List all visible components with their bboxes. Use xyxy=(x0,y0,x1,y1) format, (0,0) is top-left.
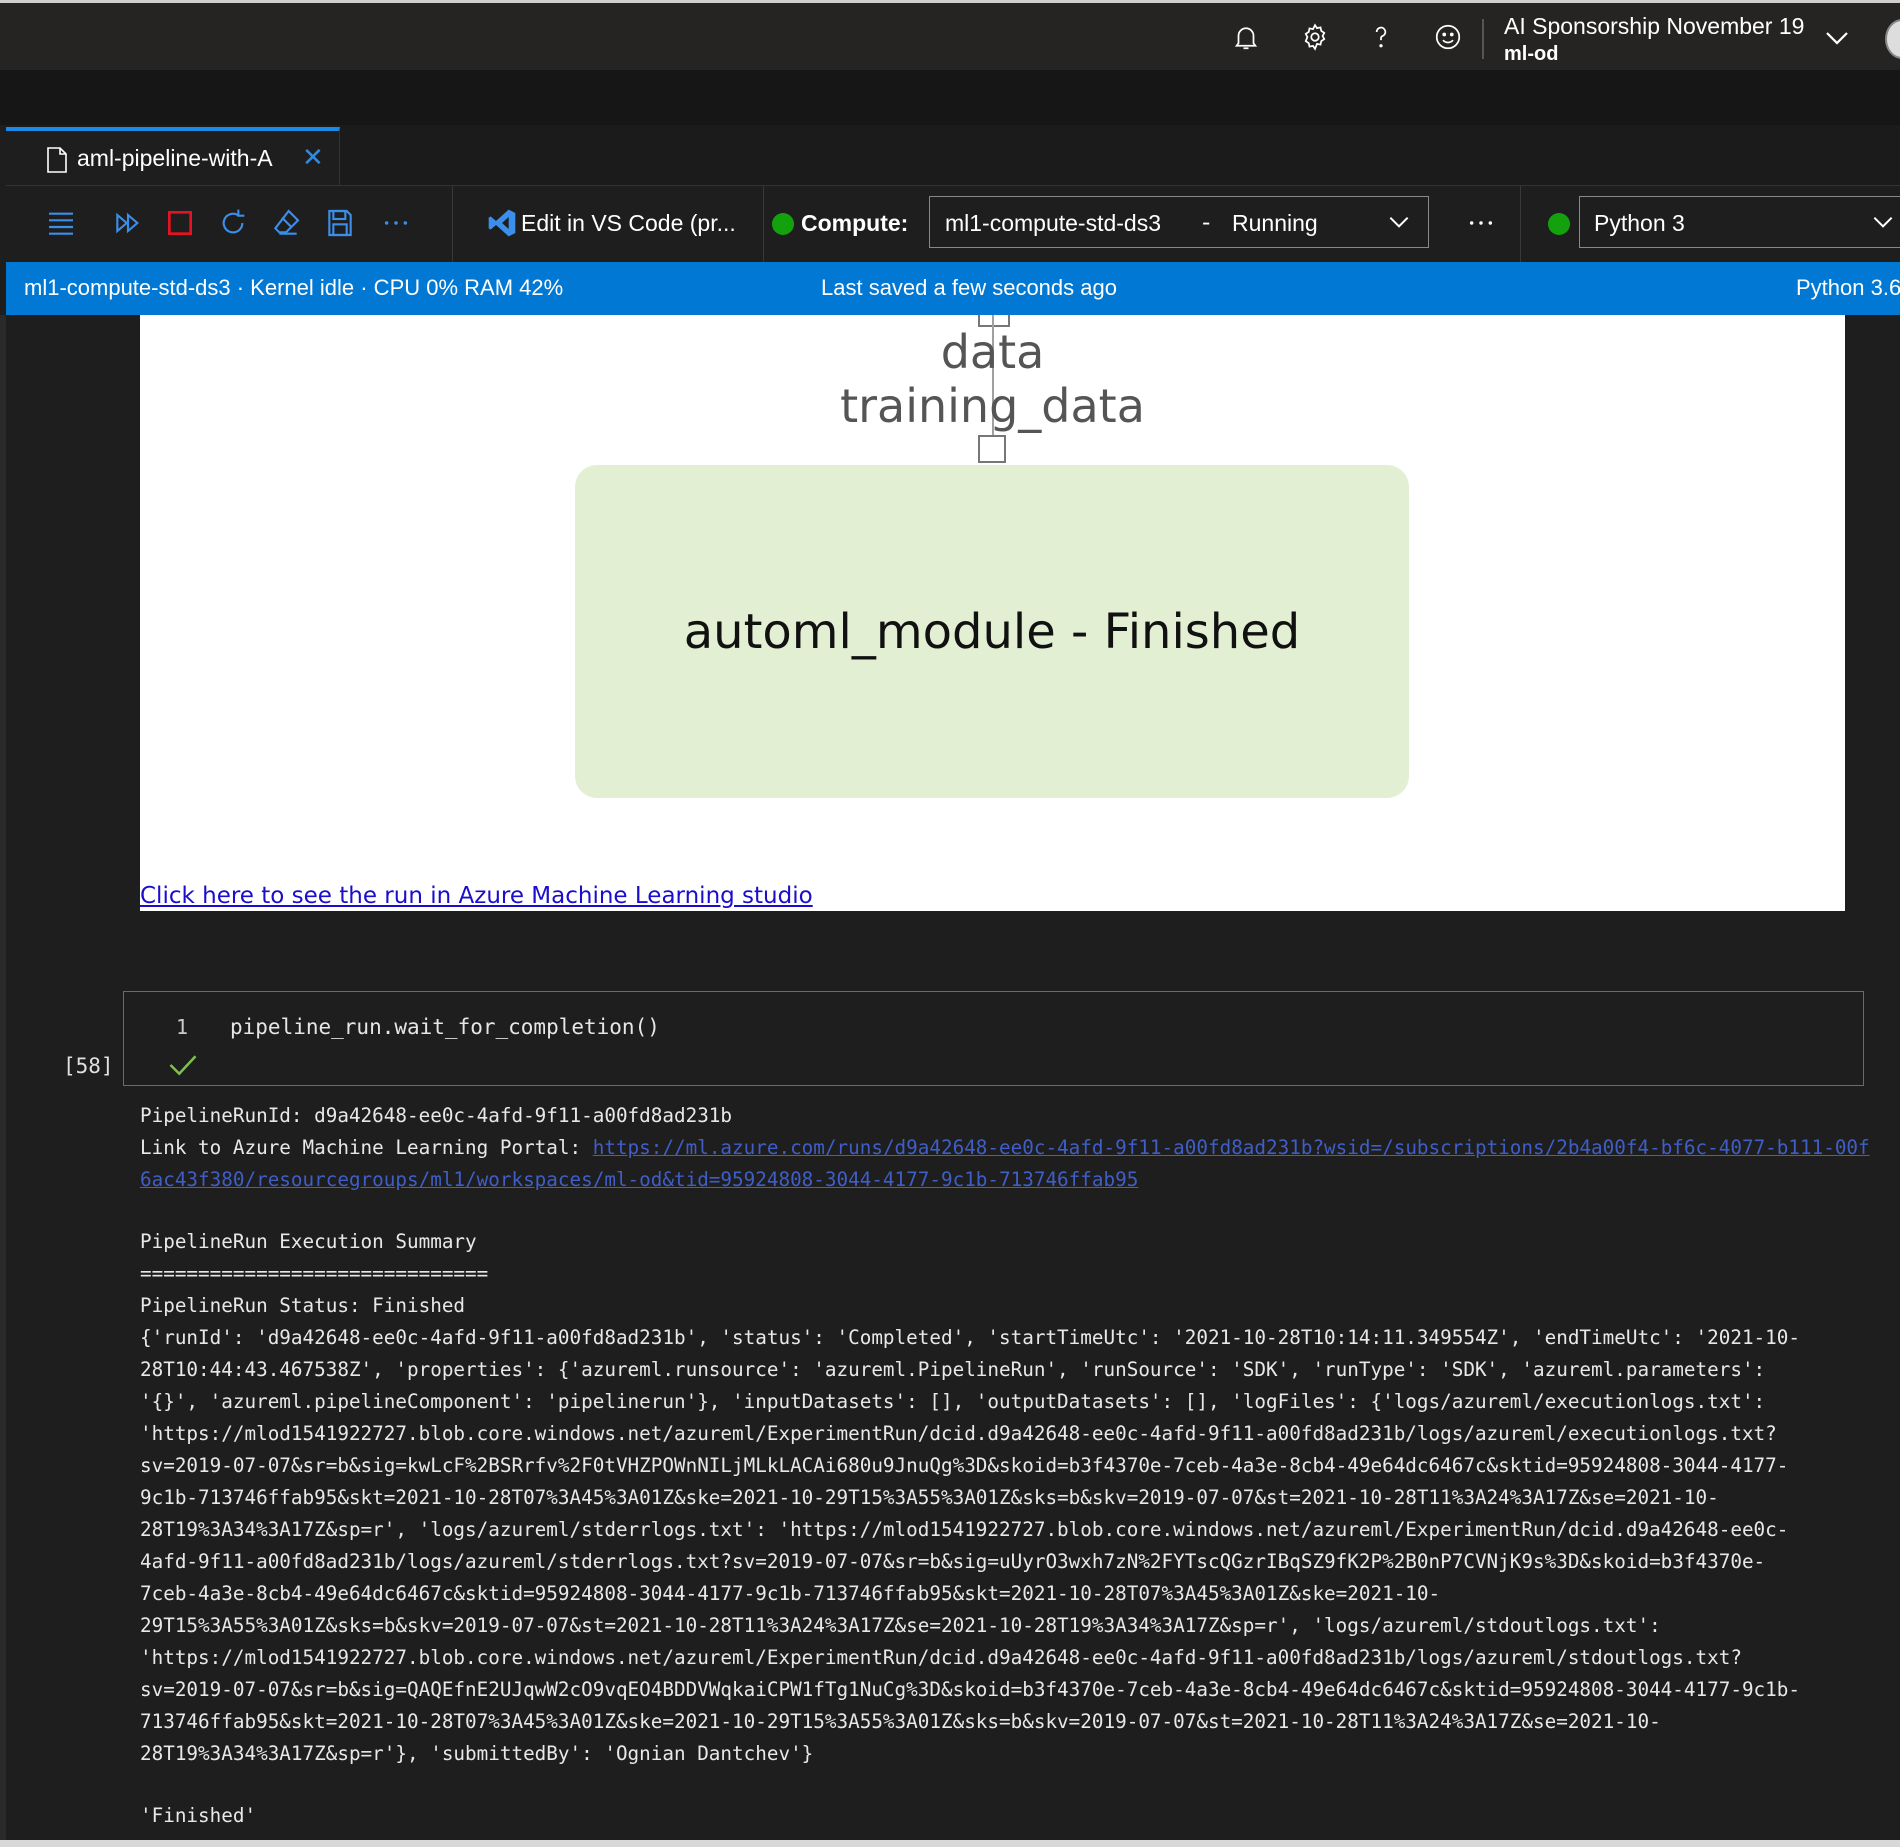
check-icon xyxy=(169,1055,197,1076)
top-bar: AI Sponsorship November 19 ml-od xyxy=(0,0,1900,70)
kernel-status: ml1-compute-std-ds3 · Kernel idle · CPU … xyxy=(24,275,564,300)
run-details-line: 'https://mlod1541922727.blob.core.window… xyxy=(140,1646,1742,1669)
graph-edge-label: data xyxy=(940,325,1045,379)
tab-bar: aml-pipeline-with-A ✕ xyxy=(6,125,1900,185)
run-details-line: 28T10:44:43.467538Z', 'properties': {'az… xyxy=(140,1358,1766,1381)
avatar[interactable] xyxy=(1885,19,1900,59)
chevron-down-icon[interactable] xyxy=(1822,23,1852,53)
vscode-icon[interactable] xyxy=(483,204,521,242)
tab-notebook[interactable]: aml-pipeline-with-A ✕ xyxy=(6,127,340,185)
account-name[interactable]: AI Sponsorship November 19 xyxy=(1504,13,1804,40)
summary-rule: ============================== xyxy=(140,1262,489,1285)
tab-label: aml-pipeline-with-A xyxy=(77,145,273,171)
graph-module-node: automl_module - Finished xyxy=(575,465,1409,798)
close-icon[interactable]: ✕ xyxy=(302,143,324,173)
run-details-line: 713746ffab95&skt=2021-10-28T07%3A45%3A01… xyxy=(140,1710,1661,1733)
kernel-status-bar: ml1-compute-std-ds3 · Kernel idle · CPU … xyxy=(6,262,1900,315)
help-icon[interactable] xyxy=(1363,19,1399,55)
top-divider xyxy=(1482,19,1484,59)
clear-outputs-icon[interactable] xyxy=(267,204,305,242)
run-id-line: PipelineRunId: d9a42648-ee0c-4afd-9f11-a… xyxy=(140,1104,733,1127)
compute-more-icon[interactable] xyxy=(1462,204,1500,242)
kernel-dropdown[interactable]: Python 3 xyxy=(1579,196,1900,248)
file-icon xyxy=(47,147,67,173)
run-details-line: 4afd-9f11-a00fd8ad231b/logs/azureml/stde… xyxy=(140,1550,1766,1573)
studio-run-link[interactable]: Click here to see the run in Azure Machi… xyxy=(140,883,813,909)
notebook-toolbar: Edit in VS Code (pr... Compute: ml1-comp… xyxy=(6,185,1900,263)
compute-status-dot xyxy=(772,213,794,235)
gear-icon[interactable] xyxy=(1297,19,1333,55)
python-version: Python 3.6 xyxy=(1796,275,1900,300)
run-details-line: sv=2019-07-07&sr=b&sig=QAQEfnE2UJqwW2cO9… xyxy=(140,1678,1800,1701)
header-band xyxy=(0,70,1900,125)
code-line[interactable]: pipeline_run.wait_for_completion() xyxy=(230,1015,660,1039)
run-details-line: 9c1b-713746ffab95&skt=2021-10-28T07%3A45… xyxy=(140,1486,1719,1509)
graph-dataset-label: training_data xyxy=(840,379,1145,433)
chevron-down-icon xyxy=(1389,216,1409,228)
kernel-name: Python 3 xyxy=(1594,210,1685,236)
status-line: PipelineRun Status: Finished xyxy=(140,1294,466,1317)
compute-dropdown[interactable]: ml1-compute-std-ds3 - Running xyxy=(929,196,1429,248)
bell-icon[interactable] xyxy=(1228,19,1264,55)
portal-link-line: Link to Azure Machine Learning Portal: h… xyxy=(140,1132,1870,1196)
run-details-line: 28T19%3A34%3A17Z&sp=r', 'logs/azureml/st… xyxy=(140,1518,1789,1541)
run-details-line: 7ceb-4a3e-8cb4-49e64dc6467c&sktid=959248… xyxy=(140,1582,1441,1605)
more-options-icon[interactable] xyxy=(377,204,415,242)
run-details: {'runId': 'd9a42648-ee0c-4afd-9f11-a00fd… xyxy=(140,1322,1870,1770)
portal-link-label: Link to Azure Machine Learning Portal: xyxy=(140,1136,593,1159)
run-all-icon[interactable] xyxy=(109,204,147,242)
stop-icon[interactable] xyxy=(161,204,199,242)
kernel-status-dot xyxy=(1548,213,1570,235)
pipeline-graph-output: data training_data automl_module - Finis… xyxy=(140,315,1845,911)
table-of-contents-icon[interactable] xyxy=(42,204,80,242)
run-details-line: {'runId': 'd9a42648-ee0c-4afd-9f11-a00fd… xyxy=(140,1326,1800,1349)
result-line: 'Finished' xyxy=(140,1804,257,1827)
run-details-line: '{}', 'azureml.pipelineComponent': 'pipe… xyxy=(140,1390,1766,1413)
execution-count: [58] xyxy=(63,1054,114,1078)
run-details-line: sv=2019-07-07&sr=b&sig=kwLcF%2BSRrfv%2F0… xyxy=(140,1454,1789,1477)
run-details-line: 29T15%3A55%3A01Z&sks=b&skv=2019-07-07&st… xyxy=(140,1614,1661,1637)
module-label: automl_module - Finished xyxy=(683,603,1301,660)
toolbar-separator xyxy=(452,186,453,263)
cell-output: PipelineRunId: d9a42648-ee0c-4afd-9f11-a… xyxy=(140,1100,1870,1832)
code-cell[interactable]: 1 pipeline_run.wait_for_completion() xyxy=(123,991,1864,1086)
line-number: 1 xyxy=(176,1015,189,1039)
toolbar-separator xyxy=(763,186,764,263)
save-status: Last saved a few seconds ago xyxy=(821,275,1117,300)
summary-title: PipelineRun Execution Summary xyxy=(140,1230,477,1253)
chevron-down-icon xyxy=(1873,216,1893,228)
compute-status: Running xyxy=(1232,210,1318,236)
smiley-icon[interactable] xyxy=(1430,19,1466,55)
toolbar-separator xyxy=(1520,186,1521,263)
run-details-line: 28T19%3A34%3A17Z&sp=r'}, 'submittedBy': … xyxy=(140,1742,814,1765)
graph-port xyxy=(978,435,1006,463)
save-icon[interactable] xyxy=(321,204,359,242)
workspace-name[interactable]: ml-od xyxy=(1504,43,1558,66)
edit-in-vscode-button[interactable]: Edit in VS Code (pr... xyxy=(521,210,736,237)
compute-name: ml1-compute-std-ds3 xyxy=(945,210,1162,236)
compute-label: Compute: xyxy=(801,210,909,236)
compute-separator: - xyxy=(1202,210,1211,236)
run-details-line: 'https://mlod1541922727.blob.core.window… xyxy=(140,1422,1777,1445)
restart-icon[interactable] xyxy=(214,204,252,242)
window-bottom-edge xyxy=(0,1840,1900,1847)
